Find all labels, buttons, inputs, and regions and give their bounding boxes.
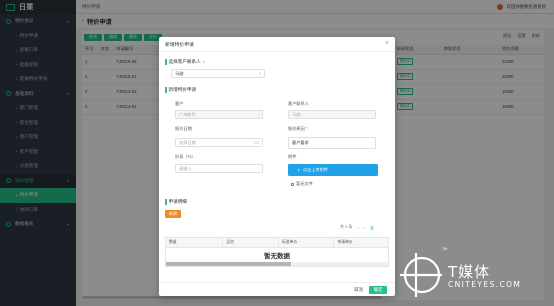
new-special-price-dialog: 新增特价申请 × 选择客户联系人 * 马勋 › 新增特价申请 客户 广州新华 ›…: [159, 37, 395, 296]
reason-label-wrap: 报价原因 *: [288, 126, 308, 132]
file-icon: [291, 182, 294, 186]
quote-date-placeholder: 选择日期: [179, 139, 196, 145]
required-mark: *: [305, 126, 308, 131]
discount-field[interactable]: 请输入: [175, 164, 263, 173]
chevron-right-icon: ›: [259, 70, 261, 77]
reason-value: 客户要求: [292, 140, 309, 145]
cancel-button[interactable]: 取消: [354, 286, 363, 294]
reason-label: 报价原因: [288, 126, 305, 131]
watermark-brand: T媒体: [448, 263, 491, 281]
close-icon[interactable]: ×: [385, 40, 389, 47]
detail-grid: 数量 品名 标准单价 申请单价 暂无数据: [165, 237, 389, 267]
section-detail-label: 申请明细: [168, 199, 187, 204]
dialog-title: 新增特价申请: [165, 42, 194, 48]
confirm-button[interactable]: 确定: [369, 286, 387, 294]
grid-col-std-price[interactable]: 标准单价: [279, 238, 335, 247]
customer-label: 客户: [175, 101, 184, 106]
grid-header: 数量 品名 标准单价 申请单价: [166, 238, 388, 248]
no-file-note: 暂无文件: [291, 181, 313, 187]
section-bar: [165, 59, 167, 65]
quote-date-field[interactable]: 选择日期 ▭: [175, 138, 263, 147]
upload-label: 点击上传附件: [302, 167, 328, 172]
customer-contact-field: 马勋: [288, 110, 376, 119]
contact-value: 马勋: [175, 70, 184, 76]
scroll-thumb[interactable]: [166, 262, 291, 266]
dialog-footer: 取消 确定: [159, 282, 395, 296]
attachment-label: 附件: [288, 154, 297, 159]
discount-label: 折扣（%）: [175, 154, 196, 159]
required-mark: *: [202, 59, 205, 65]
column-settings-icon[interactable]: ▥: [370, 225, 374, 230]
prev-page-icon[interactable]: ‹: [357, 225, 358, 230]
section-bar: [165, 87, 167, 93]
grid-col-quantity[interactable]: 数量: [166, 238, 224, 247]
section-contact-title: 选择客户联系人 *: [165, 59, 204, 65]
customer-field: 广州新华 ›: [175, 110, 263, 119]
watermark-logo-icon: [400, 253, 442, 297]
discount-placeholder: 请输入: [179, 165, 192, 171]
pager: 共 0 条 ‹ › ▥: [340, 224, 374, 230]
section-contact-label: 选择客户联系人: [168, 59, 201, 64]
section-bar: [165, 199, 167, 205]
reason-textarea[interactable]: 客户要求: [288, 137, 376, 149]
customer-contact-value: 马勋: [292, 111, 301, 117]
pager-range: 共 0 条: [340, 224, 353, 229]
empty-state: 暂无数据: [264, 253, 290, 260]
customer-value: 广州新华: [179, 111, 196, 117]
customer-contact-label: 客户联系人: [288, 101, 309, 106]
section-info-title: 新增特价申请: [165, 87, 196, 93]
no-file-label: 暂无文件: [296, 181, 313, 186]
grid-col-product[interactable]: 品名: [223, 238, 279, 247]
watermark-domain: CNITEYES.COM: [448, 280, 522, 289]
contact-select[interactable]: 马勋 ›: [171, 69, 265, 78]
grid-scrollbar[interactable]: [166, 262, 388, 266]
next-page-icon[interactable]: ›: [364, 225, 365, 230]
dialog-header: 新增特价申请: [159, 37, 395, 52]
chevron-right-icon: ›: [257, 111, 259, 118]
calendar-icon[interactable]: ▭: [254, 140, 259, 146]
upload-icon: ⤒: [298, 167, 300, 173]
quote-date-label: 报价日期: [175, 126, 192, 131]
section-detail-title: 申请明细: [165, 199, 187, 205]
upload-button[interactable]: ⤒ 点击上传附件: [288, 164, 378, 176]
grid-col-apply-price[interactable]: 申请单价: [334, 238, 388, 247]
section-info-label: 新增特价申请: [168, 87, 197, 92]
trademark-mark: TM: [442, 247, 448, 251]
watermark: TM T媒体 CNITEYES.COM: [398, 247, 548, 299]
add-detail-button[interactable]: 新增: [165, 210, 181, 218]
